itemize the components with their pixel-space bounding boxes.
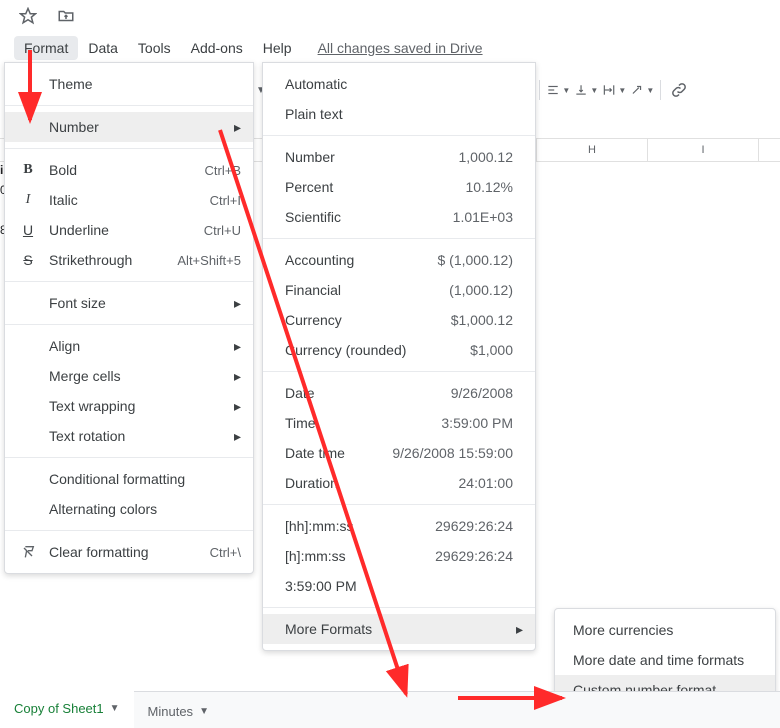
menu-fontsize[interactable]: Font size▸ [5,288,253,318]
more-datetime-formats[interactable]: More date and time formats [555,645,775,675]
menu-number[interactable]: Number▸ [5,112,253,142]
num-number[interactable]: Number1,000.12 [263,142,535,172]
rotate-button[interactable]: ▼ [630,78,654,102]
menu-conditional[interactable]: Conditional formatting [5,464,253,494]
tab-menu-icon[interactable]: ▼ [110,703,120,714]
num-hmmss[interactable]: [h]:mm:ss29629:26:24 [263,541,535,571]
format-menu: Theme Number▸ BBoldCtrl+B IItalicCtrl+I … [4,62,254,574]
num-currency-rounded[interactable]: Currency (rounded)$1,000 [263,335,535,365]
menu-clearformat[interactable]: Clear formattingCtrl+\ [5,537,253,567]
num-date[interactable]: Date9/26/2008 [263,378,535,408]
menubar: Format Data Tools Add-ons Help All chang… [0,34,483,62]
chevron-right-icon: ▸ [234,338,241,355]
num-datetime[interactable]: Date time9/26/2008 15:59:00 [263,438,535,468]
menu-wrap[interactable]: Text wrapping▸ [5,391,253,421]
num-359pm[interactable]: 3:59:00 PM [263,571,535,601]
menu-altcolors[interactable]: Alternating colors [5,494,253,524]
valign-button[interactable]: ▼ [574,78,598,102]
bold-icon: B [19,161,37,179]
save-status[interactable]: All changes saved in Drive [318,40,483,56]
chevron-right-icon: ▸ [234,428,241,445]
clear-format-icon [19,543,37,561]
menu-underline[interactable]: UUnderlineCtrl+U [5,215,253,245]
move-to-folder-icon[interactable] [54,4,78,28]
chevron-right-icon: ▸ [234,368,241,385]
chevron-right-icon: ▸ [516,621,523,638]
chevron-right-icon: ▸ [234,295,241,312]
num-hhmmss[interactable]: [hh]:mm:ss29629:26:24 [263,511,535,541]
menu-data[interactable]: Data [78,36,128,60]
num-financial[interactable]: Financial(1,000.12) [263,275,535,305]
menu-format[interactable]: Format [14,36,78,60]
wrap-button[interactable]: ▼ [602,78,626,102]
menu-addons[interactable]: Add-ons [181,36,253,60]
strikethrough-icon: S [19,251,37,269]
halign-button[interactable]: ▼ [546,78,570,102]
tab-minutes[interactable]: Minutes▼ [134,694,223,728]
link-button[interactable] [667,78,691,102]
star-icon[interactable] [16,4,40,28]
italic-icon: I [19,191,37,209]
menu-italic[interactable]: IItalicCtrl+I [5,185,253,215]
menu-merge[interactable]: Merge cells▸ [5,361,253,391]
chevron-right-icon: ▸ [234,119,241,136]
num-duration[interactable]: Duration24:01:00 [263,468,535,498]
num-automatic[interactable]: Automatic [263,69,535,99]
more-currencies[interactable]: More currencies [555,615,775,645]
menu-align[interactable]: Align▸ [5,331,253,361]
sheet-tabs: Copy of Sheet1▼ Minutes▼ [0,691,780,728]
menu-bold[interactable]: BBoldCtrl+B [5,155,253,185]
num-percent[interactable]: Percent10.12% [263,172,535,202]
menu-strike[interactable]: SStrikethroughAlt+Shift+5 [5,245,253,275]
num-more-formats[interactable]: More Formats▸ [263,614,535,644]
tab-copy-of-sheet1[interactable]: Copy of Sheet1▼ [0,691,134,728]
tab-menu-icon[interactable]: ▼ [199,706,209,717]
menu-help[interactable]: Help [253,36,302,60]
col-i[interactable]: I [648,139,759,161]
chevron-right-icon: ▸ [234,398,241,415]
col-h[interactable]: H [537,139,648,161]
menu-theme[interactable]: Theme [5,69,253,99]
number-submenu: Automatic Plain text Number1,000.12 Perc… [262,62,536,651]
num-accounting[interactable]: Accounting$ (1,000.12) [263,245,535,275]
num-time[interactable]: Time3:59:00 PM [263,408,535,438]
underline-icon: U [19,221,37,239]
menu-tools[interactable]: Tools [128,36,181,60]
num-currency[interactable]: Currency$1,000.12 [263,305,535,335]
menu-rotation[interactable]: Text rotation▸ [5,421,253,451]
num-scientific[interactable]: Scientific1.01E+03 [263,202,535,232]
num-plaintext[interactable]: Plain text [263,99,535,129]
